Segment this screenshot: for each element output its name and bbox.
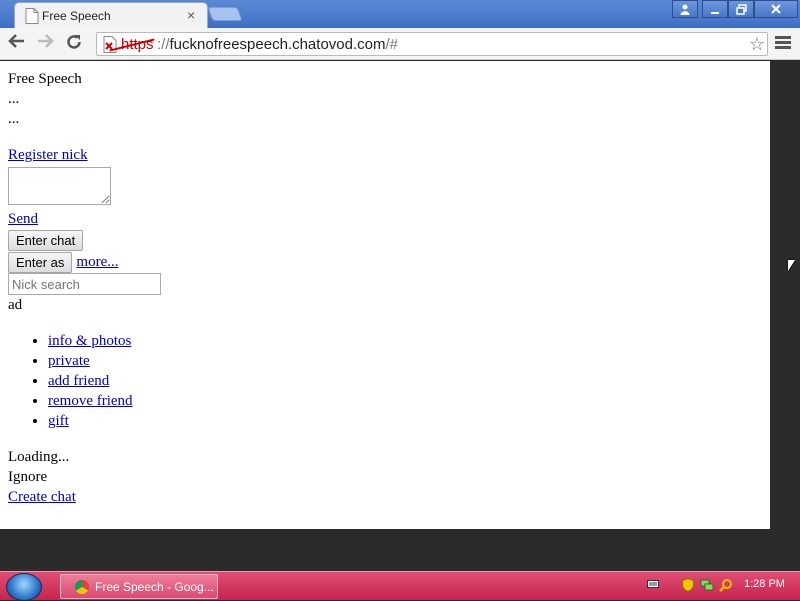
user-menu: info & photos private add friend remove … <box>48 331 762 431</box>
back-icon[interactable] <box>6 33 28 55</box>
remove-friend-link[interactable]: remove friend <box>48 393 133 409</box>
reload-icon[interactable] <box>63 33 85 55</box>
menu-item: gift <box>48 411 762 431</box>
loading-text: Loading... <box>8 449 70 465</box>
minimize-button[interactable] <box>702 0 728 18</box>
browser-titlebar: Free Speech × <box>0 0 800 28</box>
bookmark-star-icon[interactable]: ☆ <box>749 34 765 55</box>
nick-search-input[interactable] <box>8 273 161 295</box>
send-link[interactable]: Send <box>8 211 38 227</box>
new-tab-button[interactable] <box>207 7 243 21</box>
ignore-text: Ignore <box>8 469 48 485</box>
taskbar-clock[interactable]: 1:28 PM <box>744 578 785 590</box>
add-friend-link[interactable]: add friend <box>48 373 109 389</box>
security-shield-icon[interactable] <box>682 578 694 592</box>
info-photos-link[interactable]: info & photos <box>48 333 131 349</box>
page-content: Free Speech ... ... Register nick Send E… <box>0 61 770 529</box>
gift-link[interactable]: gift <box>48 413 69 429</box>
chrome-menu-icon[interactable] <box>773 34 793 54</box>
start-button[interactable] <box>6 573 42 601</box>
ad-text: ad <box>8 297 23 313</box>
url-text: ://fucknofreespeech.chatovod.com/# <box>157 36 398 53</box>
tab-title: Free Speech <box>42 9 111 23</box>
url-path: /# <box>385 36 398 53</box>
taskbar-chrome-window[interactable]: Free Speech - Goog... <box>60 574 218 599</box>
address-bar[interactable]: https ://fucknofreespeech.chatovod.com/#… <box>96 32 768 56</box>
page-icon <box>25 8 39 24</box>
url-scheme: https <box>121 36 154 53</box>
close-window-button[interactable] <box>754 0 798 18</box>
url-host: fucknofreespeech.chatovod.com <box>169 36 386 53</box>
taskbar-window-label: Free Speech - Goog... <box>95 580 214 594</box>
network-icon[interactable] <box>700 578 714 592</box>
message-textarea[interactable] <box>8 167 111 205</box>
more-link[interactable]: more... <box>76 252 118 272</box>
browser-toolbar: https ://fucknofreespeech.chatovod.com/#… <box>0 28 800 60</box>
menu-item: remove friend <box>48 391 762 411</box>
dots-line: ... <box>8 111 20 127</box>
forward-icon[interactable] <box>34 33 56 55</box>
keyboard-icon[interactable] <box>647 578 659 590</box>
browser-tab-active[interactable]: Free Speech × <box>14 2 208 28</box>
private-link[interactable]: private <box>48 353 90 369</box>
enter-as-button[interactable]: Enter as <box>8 251 73 273</box>
dots-line: ... <box>8 91 20 107</box>
register-nick-link[interactable]: Register nick <box>8 145 88 165</box>
mouse-cursor-icon <box>788 260 795 271</box>
create-chat-link[interactable]: Create chat <box>8 489 76 505</box>
menu-item: add friend <box>48 371 762 391</box>
restore-button[interactable] <box>728 0 754 18</box>
enter-chat-button[interactable]: Enter chat <box>8 229 84 251</box>
menu-item: info & photos <box>48 331 762 351</box>
chrome-icon <box>75 580 89 594</box>
user-icon[interactable] <box>672 0 698 18</box>
menu-item: private <box>48 351 762 371</box>
page-title: Free Speech <box>8 71 82 87</box>
url-separator: :// <box>157 36 170 53</box>
search-icon[interactable] <box>719 578 733 592</box>
tab-close-icon[interactable]: × <box>187 7 195 23</box>
windows-taskbar: Free Speech - Goog... 1:28 PM <box>0 571 800 601</box>
